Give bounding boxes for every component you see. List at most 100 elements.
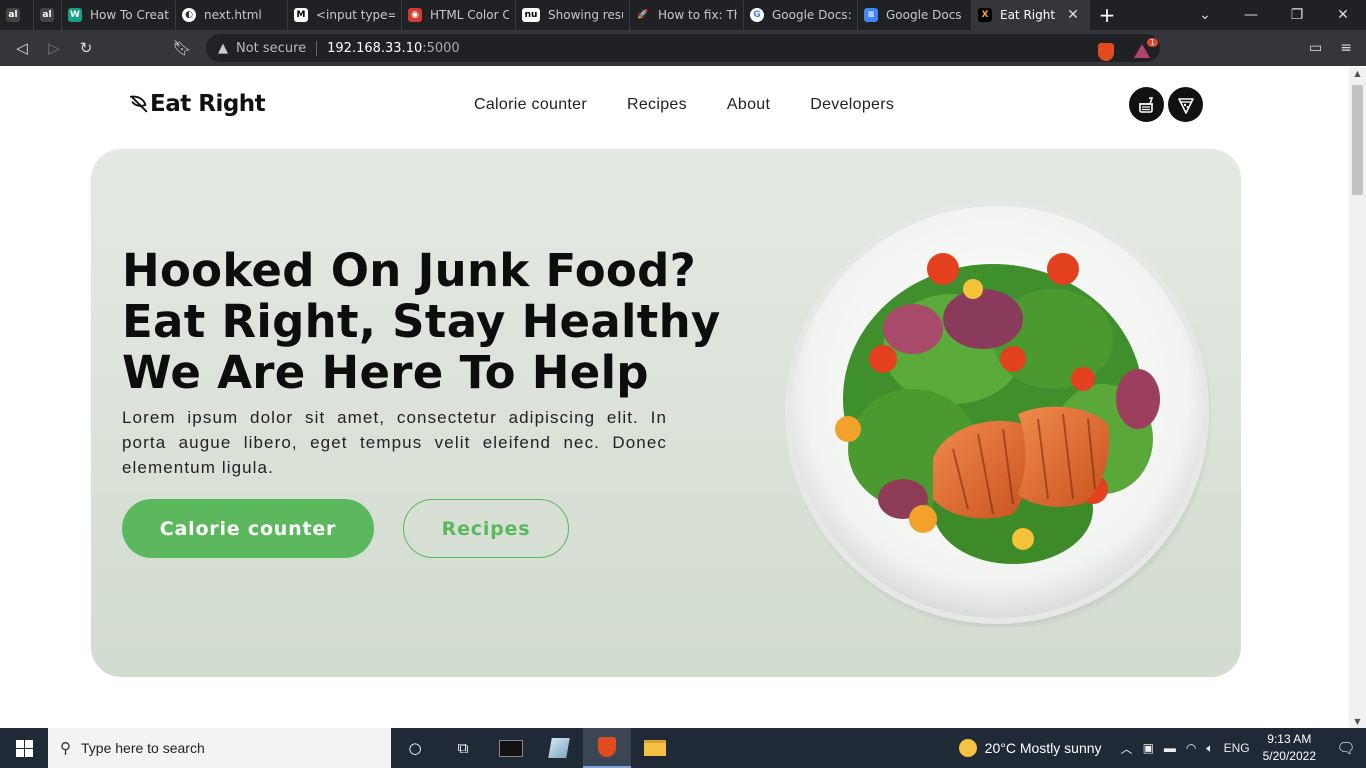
tab-title: How to fix: The (658, 8, 737, 22)
weather-text[interactable]: 20°C Mostly sunny (985, 740, 1102, 756)
pizza-icon (1177, 97, 1194, 114)
clock-date: 5/20/2022 (1262, 749, 1316, 763)
window-controls: ⌄ — ❐ ✕ (1182, 0, 1366, 30)
tab-search-icon[interactable]: ⌄ (1182, 7, 1228, 23)
tab[interactable]: ≡ Google Docs (858, 0, 972, 30)
tab[interactable]: al (34, 0, 62, 30)
fast-food-icon (1138, 96, 1153, 113)
clock[interactable]: 9:13 AM 5/20/2022 (1263, 731, 1316, 765)
hero-headline: Hooked On Junk Food? Eat Right, Stay Hea… (122, 245, 762, 398)
tab-favicon: M (294, 8, 308, 22)
show-hidden-icons-icon[interactable]: ︿ (1121, 740, 1133, 757)
meet-now-icon[interactable]: ▣ (1143, 741, 1154, 755)
header-actions (1129, 87, 1203, 122)
brand-name: Eat Right (150, 91, 266, 117)
tab-favicon: al (40, 8, 54, 22)
folder-glyph (644, 740, 666, 756)
clock-time: 9:13 AM (1267, 732, 1312, 746)
restore-icon[interactable]: ❐ (1274, 7, 1320, 23)
tab-favicon: nu (522, 8, 540, 22)
volume-icon[interactable]: 🔈︎ (1206, 741, 1213, 756)
weather-sun-icon[interactable] (958, 739, 977, 757)
tab-title: Showing result (548, 8, 623, 22)
tab-title: Google Docs: C (772, 8, 851, 22)
salmon-salad-plate-image (785, 200, 1211, 627)
browser-toolbar: ◁ ▷ ↻ 🔖︎ ▲ Not secure 192.168.33.10:5000… (0, 30, 1366, 66)
close-tab-icon[interactable]: ✕ (1067, 7, 1079, 23)
tab-favicon: G (750, 8, 764, 22)
tab[interactable]: ◐ next.html (176, 0, 288, 30)
url-host: 192.168.33.10 (327, 40, 423, 56)
reload-icon[interactable]: ↻ (70, 39, 102, 57)
file-explorer-icon[interactable] (631, 728, 679, 768)
start-button[interactable] (0, 728, 48, 768)
address-bar[interactable]: ▲ Not secure 192.168.33.10:5000 1 (206, 34, 1160, 62)
language-indicator[interactable]: ENG (1224, 741, 1250, 755)
site-logo[interactable]: Eat Right (128, 91, 266, 117)
tab-favicon: ◉ (408, 8, 422, 22)
tab-favicon: al (6, 8, 20, 22)
browser-tab-strip: al al W How To Create ◐ next.html M <inp… (0, 0, 1366, 30)
scroll-thumb[interactable] (1352, 85, 1363, 195)
brave-browser-app-icon[interactable] (583, 728, 631, 768)
security-label: Not secure (236, 40, 318, 56)
cortana-icon[interactable]: ○ (391, 728, 439, 768)
headline-line: Eat Right, Stay Healthy (122, 295, 721, 348)
nav-recipes[interactable]: Recipes (627, 96, 687, 114)
search-placeholder: Type here to search (81, 740, 205, 756)
recipes-button[interactable]: Recipes (403, 499, 569, 558)
nav-developers[interactable]: Developers (810, 96, 894, 114)
tab-title: Google Docs (886, 8, 962, 22)
terminal-app-icon[interactable] (487, 728, 535, 768)
site-header: Eat Right Calorie counter Recipes About … (0, 67, 1349, 147)
close-window-icon[interactable]: ✕ (1320, 7, 1366, 23)
tab-favicon: ◐ (182, 8, 196, 22)
warning-icon[interactable]: ▲ (218, 41, 228, 56)
hero-section: Hooked On Junk Food? Eat Right, Stay Hea… (91, 149, 1241, 677)
calorie-counter-button[interactable]: Calorie counter (122, 499, 374, 558)
headline-line: We Are Here To Help (122, 346, 649, 399)
headline-line: Hooked On Junk Food? (122, 244, 697, 297)
task-view-icon[interactable]: ⧉ (439, 728, 487, 768)
tab-favicon: W (68, 8, 82, 22)
leaf-icon (129, 95, 148, 113)
forward-icon[interactable]: ▷ (38, 39, 70, 57)
tab-active[interactable]: X Eat Right ✕ (972, 0, 1090, 30)
new-tab-button[interactable]: + (1090, 3, 1124, 27)
tab-title: How To Create (90, 8, 169, 22)
back-icon[interactable]: ◁ (6, 39, 38, 57)
nav-calorie-counter[interactable]: Calorie counter (474, 96, 587, 114)
menu-icon[interactable]: ≡ (1340, 40, 1352, 56)
tab[interactable]: ◉ HTML Color Cc (402, 0, 516, 30)
bookmark-icon[interactable]: 🔖︎ (166, 39, 198, 57)
fast-food-button[interactable] (1129, 87, 1164, 122)
scroll-up-icon[interactable]: ▲ (1349, 69, 1366, 78)
tab[interactable]: 🚀 How to fix: The (630, 0, 744, 30)
rewards-triangle (1134, 44, 1150, 58)
pizza-button[interactable] (1168, 87, 1203, 122)
app-icon[interactable] (535, 728, 583, 768)
battery-icon[interactable]: ▬ (1164, 741, 1176, 755)
nav-about[interactable]: About (727, 96, 770, 114)
wallet-icon[interactable]: ▭ (1309, 40, 1322, 56)
minimize-icon[interactable]: — (1228, 7, 1274, 23)
taskbar-search[interactable]: ⚲ Type here to search (48, 728, 391, 768)
notifications-icon[interactable]: 🗨︎ (1326, 739, 1366, 757)
rewards-badge: 1 (1146, 38, 1158, 47)
tab[interactable]: W How To Create (62, 0, 176, 30)
tab[interactable]: nu Showing result (516, 0, 630, 30)
tab[interactable]: M <input type=" (288, 0, 402, 30)
tab-favicon: ≡ (864, 8, 878, 22)
tab-favicon: X (978, 8, 992, 22)
app-glyph (548, 738, 570, 758)
tab[interactable]: G Google Docs: C (744, 0, 858, 30)
brave-rewards-icon[interactable]: 1 (1134, 38, 1158, 60)
page-scrollbar[interactable]: ▲ ▼ (1349, 67, 1366, 728)
url-port: :5000 (422, 40, 460, 56)
wifi-icon[interactable]: ◠ (1186, 741, 1196, 755)
scroll-down-icon[interactable]: ▼ (1349, 717, 1366, 726)
brave-shields-icon[interactable] (1098, 43, 1114, 61)
tab-title: Eat Right (1000, 8, 1056, 22)
tab-title: next.html (204, 8, 262, 22)
tab[interactable]: al (0, 0, 34, 30)
